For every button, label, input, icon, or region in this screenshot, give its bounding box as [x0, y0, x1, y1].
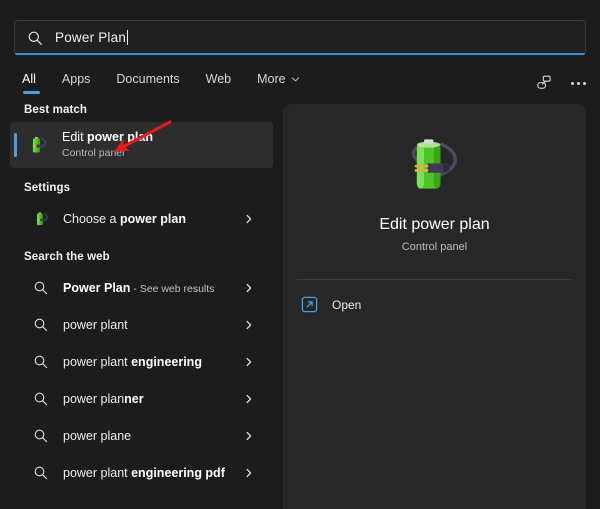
web-result-row[interactable]: power plant engineering: [10, 343, 273, 380]
filter-tabs: All Apps Documents Web More: [22, 72, 300, 94]
search-input-value[interactable]: Power Plan: [55, 30, 126, 45]
tab-documents[interactable]: Documents: [116, 72, 179, 94]
web-result-label: power plane: [63, 429, 131, 443]
web-result-suffix: - See web results: [130, 282, 215, 295]
chevron-right-icon[interactable]: [244, 468, 254, 478]
section-header-search-web: Search the web: [24, 251, 110, 263]
power-plan-battery-icon: [36, 212, 48, 225]
web-result-regular: power plant: [63, 354, 132, 369]
preview-open-action[interactable]: Open: [297, 296, 572, 313]
chevron-right-icon[interactable]: [244, 283, 254, 293]
preview-subtitle: Control panel: [401, 241, 468, 253]
web-result-regular: power plant: [63, 317, 128, 332]
search-icon: [34, 466, 48, 479]
tab-web[interactable]: Web: [206, 72, 231, 94]
search-icon: [34, 281, 48, 294]
power-plan-battery-icon: [32, 137, 46, 153]
windows-search-flyout: Power Plan All Apps Documents Web More B…: [0, 0, 600, 509]
search-icon: [34, 392, 48, 405]
chevron-down-icon: [291, 76, 299, 81]
settings-result-row[interactable]: Choose a power plan: [10, 200, 273, 237]
web-result-bold: Power Plan: [63, 280, 131, 295]
section-header-settings: Settings: [24, 182, 71, 194]
chevron-right-icon[interactable]: [244, 214, 254, 224]
section-header-best-match: Best match: [24, 104, 87, 116]
results-column: Best match Edit power plan Control panel…: [0, 104, 283, 491]
tab-apps[interactable]: Apps: [62, 72, 91, 94]
search-icon: [34, 355, 48, 368]
best-match-title-regular: Edit: [62, 130, 88, 144]
search-icon: [28, 31, 42, 45]
power-plan-battery-icon: [411, 139, 457, 189]
settings-result-label: Choose a power plan: [63, 212, 186, 226]
web-result-label: Power Plan - See web results: [63, 281, 214, 295]
ellipsis-icon[interactable]: [571, 74, 586, 92]
feedback-icon[interactable]: [535, 74, 553, 92]
web-result-row[interactable]: power planner: [10, 380, 273, 417]
web-result-label: power planner: [63, 392, 144, 406]
web-result-regular: power plane: [63, 428, 132, 443]
search-icon: [34, 429, 48, 442]
chevron-right-icon[interactable]: [244, 431, 254, 441]
preview-divider: [297, 279, 572, 280]
tab-apps-label: Apps: [61, 72, 91, 86]
settings-result-bold: power plan: [119, 211, 186, 226]
tab-documents-label: Documents: [116, 72, 180, 86]
web-result-row[interactable]: Power Plan - See web results: [10, 269, 273, 306]
search-icon: [34, 318, 48, 331]
best-match-row[interactable]: Edit power plan Control panel: [10, 122, 273, 168]
search-tools: [535, 74, 586, 92]
tab-more-label: More: [257, 72, 286, 86]
tab-all-label: All: [22, 72, 36, 86]
settings-result-regular: Choose a: [63, 211, 120, 226]
preview-panel: Edit power plan Control panel Open: [283, 104, 586, 509]
web-result-row[interactable]: power plane: [10, 417, 273, 454]
web-result-label: power plant engineering pdf: [63, 466, 225, 480]
web-result-row[interactable]: power plant engineering pdf: [10, 454, 273, 491]
best-match-title: Edit power plan: [62, 130, 153, 145]
preview-title: Edit power plan: [379, 216, 490, 233]
chevron-right-icon[interactable]: [244, 320, 254, 330]
web-result-bold: ner: [124, 391, 144, 406]
preview-open-label: Open: [332, 297, 362, 312]
tab-all[interactable]: All: [22, 72, 40, 94]
open-external-icon: [301, 296, 318, 313]
web-result-label: power plant engineering: [63, 355, 202, 369]
chevron-right-icon[interactable]: [244, 394, 254, 404]
web-result-regular: power plant: [63, 465, 132, 480]
tab-more[interactable]: More: [257, 72, 299, 94]
search-box[interactable]: Power Plan: [14, 20, 586, 55]
web-result-regular: power plan: [63, 391, 125, 406]
best-match-title-bold: power plan: [87, 130, 153, 144]
text-caret: [127, 30, 129, 45]
tab-web-label: Web: [205, 72, 232, 86]
web-result-bold: engineering pdf: [131, 465, 225, 480]
web-result-bold: engineering: [131, 354, 202, 369]
web-result-label: power plant: [63, 318, 128, 332]
chevron-right-icon[interactable]: [244, 357, 254, 367]
best-match-subtitle: Control panel: [62, 147, 125, 159]
web-result-row[interactable]: power plant: [10, 306, 273, 343]
